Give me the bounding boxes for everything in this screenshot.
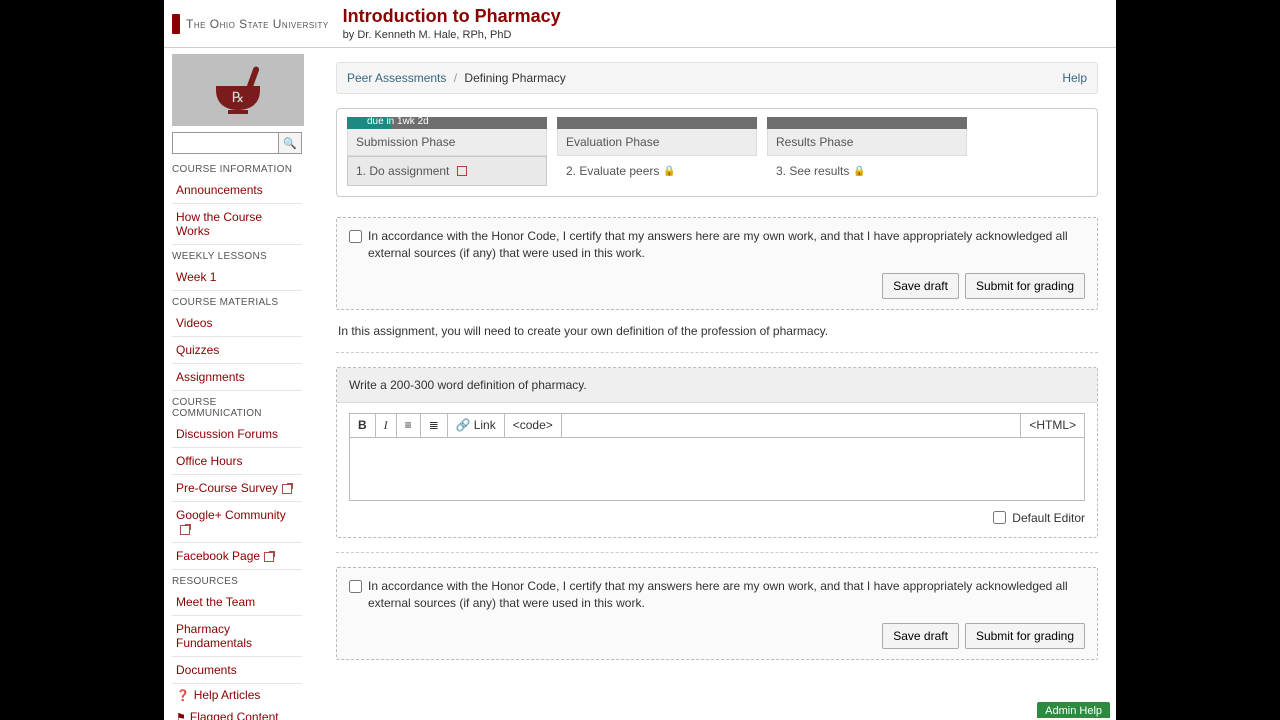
sidebar-item[interactable]: Week 1 <box>172 264 302 291</box>
external-link-icon <box>264 552 274 562</box>
toolbar-spacer <box>562 414 1022 437</box>
breadcrumb-bar: Peer Assessments / Defining Pharmacy Hel… <box>336 62 1098 94</box>
course-thumbnail: ℞ <box>172 54 304 126</box>
save-draft-button[interactable]: Save draft <box>882 273 959 299</box>
sidebar-section-head: RESOURCES <box>172 576 302 587</box>
phase-column: Evaluation Phase2. Evaluate peers🔒 <box>557 117 757 186</box>
mortar-pestle-icon: ℞ <box>206 64 270 116</box>
lock-icon: 🔒 <box>663 166 675 177</box>
honor-checkbox[interactable] <box>349 230 362 243</box>
honor-box-top: In accordance with the Honor Code, I cer… <box>336 217 1098 310</box>
phase-title: Evaluation Phase <box>557 129 757 156</box>
osu-block-icon <box>172 14 180 34</box>
sidebar-item[interactable]: Pharmacy Fundamentals <box>172 616 302 657</box>
editor-toolbar: B I ≡ ≣ 🔗Link <code> <HTML> <box>349 413 1085 437</box>
bold-button[interactable]: B <box>350 414 376 437</box>
phase-step: 2. Evaluate peers🔒 <box>557 156 757 186</box>
sidebar-section-head: COURSE INFORMATION <box>172 164 302 175</box>
university-logo: The Ohio State University <box>172 14 329 34</box>
sidebar-item[interactable]: Meet the Team <box>172 589 302 616</box>
mini-icon: ⚑ <box>176 712 186 720</box>
breadcrumb-sep: / <box>454 71 457 85</box>
sidebar-section-head: WEEKLY LESSONS <box>172 251 302 262</box>
search-row: 🔍 <box>172 132 302 154</box>
sidebar-mini-item[interactable]: ❓Help Articles <box>172 684 302 706</box>
phase-step: 3. See results🔒 <box>767 156 967 186</box>
phase-due: due in 1wk 2d <box>367 116 429 128</box>
course-heading: Introduction to Pharmacy by Dr. Kenneth … <box>343 6 561 41</box>
html-button[interactable]: <HTML> <box>1021 414 1084 437</box>
breadcrumb: Peer Assessments / Defining Pharmacy <box>347 71 566 85</box>
sidebar-item[interactable]: Pre-Course Survey <box>172 475 302 502</box>
mini-icon: ❓ <box>176 690 190 702</box>
step-indicator-icon <box>457 166 467 176</box>
question-box: Write a 200-300 word definition of pharm… <box>336 367 1098 538</box>
answer-editor[interactable] <box>349 437 1085 501</box>
external-link-icon <box>282 484 292 494</box>
question-prompt: Write a 200-300 word definition of pharm… <box>337 368 1097 403</box>
italic-button[interactable]: I <box>376 414 397 437</box>
page-header: The Ohio State University Introduction t… <box>164 0 1116 48</box>
search-input[interactable] <box>172 132 278 154</box>
divider <box>336 552 1098 553</box>
phase-title: Results Phase <box>767 129 967 156</box>
course-byline: by Dr. Kenneth M. Hale, RPh, PhD <box>343 29 561 41</box>
sidebar-item[interactable]: Quizzes <box>172 337 302 364</box>
sidebar-item[interactable]: Google+ Community <box>172 502 302 543</box>
sidebar-item[interactable]: Documents <box>172 657 302 684</box>
link-button[interactable]: 🔗Link <box>448 414 505 437</box>
phase-column: Results Phase3. See results🔒 <box>767 117 967 186</box>
code-button[interactable]: <code> <box>505 414 562 437</box>
search-button[interactable]: 🔍 <box>278 132 302 154</box>
assignment-instructions: In this assignment, you will need to cre… <box>336 324 1098 353</box>
sidebar: ℞ 🔍 COURSE INFORMATION AnnouncementsHow t… <box>164 48 308 720</box>
breadcrumb-current: Defining Pharmacy <box>464 71 565 85</box>
link-icon: 🔗 <box>456 418 471 432</box>
breadcrumb-root[interactable]: Peer Assessments <box>347 71 446 85</box>
sidebar-item[interactable]: Office Hours <box>172 448 302 475</box>
lock-icon: 🔒 <box>853 166 865 177</box>
course-title: Introduction to Pharmacy <box>343 6 561 27</box>
svg-text:℞: ℞ <box>232 91 245 106</box>
phase-progress-bar: due in 1wk 2d <box>347 117 547 129</box>
phase-box: due in 1wk 2dSubmission Phase1. Do assig… <box>336 108 1098 197</box>
sidebar-item[interactable]: Videos <box>172 310 302 337</box>
main-content: Peer Assessments / Defining Pharmacy Hel… <box>308 48 1116 720</box>
university-name: The Ohio State University <box>186 17 329 31</box>
default-editor-label: Default Editor <box>1012 511 1085 525</box>
honor-label[interactable]: In accordance with the Honor Code, I cer… <box>349 578 1085 613</box>
sidebar-item[interactable]: Facebook Page <box>172 543 302 570</box>
admin-help-tab[interactable]: Admin Help <box>1037 702 1110 718</box>
honor-box-bottom: In accordance with the Honor Code, I cer… <box>336 567 1098 660</box>
sidebar-section-head: COURSE COMMUNICATION <box>172 397 302 419</box>
honor-text: In accordance with the Honor Code, I cer… <box>368 578 1085 613</box>
ul-button[interactable]: ≡ <box>397 414 421 437</box>
sidebar-item[interactable]: Announcements <box>172 177 302 204</box>
default-editor-checkbox[interactable] <box>993 511 1006 524</box>
sidebar-item[interactable]: Discussion Forums <box>172 421 302 448</box>
honor-checkbox[interactable] <box>349 580 362 593</box>
ol-button[interactable]: ≣ <box>421 414 448 437</box>
phase-title: Submission Phase <box>347 129 547 156</box>
save-draft-button[interactable]: Save draft <box>882 623 959 649</box>
sidebar-section-head: COURSE MATERIALS <box>172 297 302 308</box>
phase-step[interactable]: 1. Do assignment <box>347 156 547 186</box>
sidebar-mini-item[interactable]: ⚑Flagged Content <box>172 706 302 720</box>
phase-progress-bar <box>557 117 757 129</box>
external-link-icon <box>180 525 190 535</box>
sidebar-item[interactable]: How the Course Works <box>172 204 302 245</box>
phase-column: due in 1wk 2dSubmission Phase1. Do assig… <box>347 117 547 186</box>
sidebar-item[interactable]: Assignments <box>172 364 302 391</box>
submit-button[interactable]: Submit for grading <box>965 623 1085 649</box>
honor-label[interactable]: In accordance with the Honor Code, I cer… <box>349 228 1085 263</box>
help-link[interactable]: Help <box>1062 71 1087 85</box>
search-icon: 🔍 <box>283 138 297 150</box>
honor-text: In accordance with the Honor Code, I cer… <box>368 228 1085 263</box>
phase-progress-bar <box>767 117 967 129</box>
submit-button[interactable]: Submit for grading <box>965 273 1085 299</box>
